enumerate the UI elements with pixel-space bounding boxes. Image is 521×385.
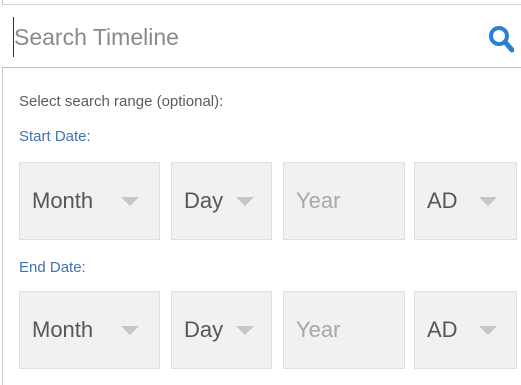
end-day-value: Day: [184, 317, 224, 342]
chevron-down-icon: [236, 326, 254, 335]
start-date-label: Start Date:: [19, 128, 91, 145]
end-year-input[interactable]: [283, 291, 405, 369]
search-range-label: Select search range (optional):: [19, 93, 224, 110]
search-bar: [2, 4, 521, 68]
chevron-down-icon: [121, 197, 139, 206]
end-era-value: AD: [427, 317, 458, 342]
chevron-down-icon: [479, 326, 497, 335]
search-icon[interactable]: [488, 25, 514, 53]
start-year-input[interactable]: [283, 162, 405, 240]
end-month-select[interactable]: Month: [19, 291, 160, 369]
start-day-select[interactable]: Day: [171, 162, 272, 240]
start-era-select[interactable]: AD: [414, 162, 517, 240]
start-month-value: Month: [32, 188, 94, 213]
chevron-down-icon: [121, 326, 139, 335]
end-date-label: End Date:: [19, 259, 86, 276]
end-month-value: Month: [32, 317, 94, 342]
chevron-down-icon: [236, 197, 254, 206]
search-input[interactable]: [13, 17, 454, 57]
end-day-select[interactable]: Day: [171, 291, 272, 369]
start-era-value: AD: [427, 188, 458, 213]
start-day-value: Day: [184, 188, 224, 213]
chevron-down-icon: [479, 197, 497, 206]
start-month-select[interactable]: Month: [19, 162, 160, 240]
end-era-select[interactable]: AD: [414, 291, 517, 369]
